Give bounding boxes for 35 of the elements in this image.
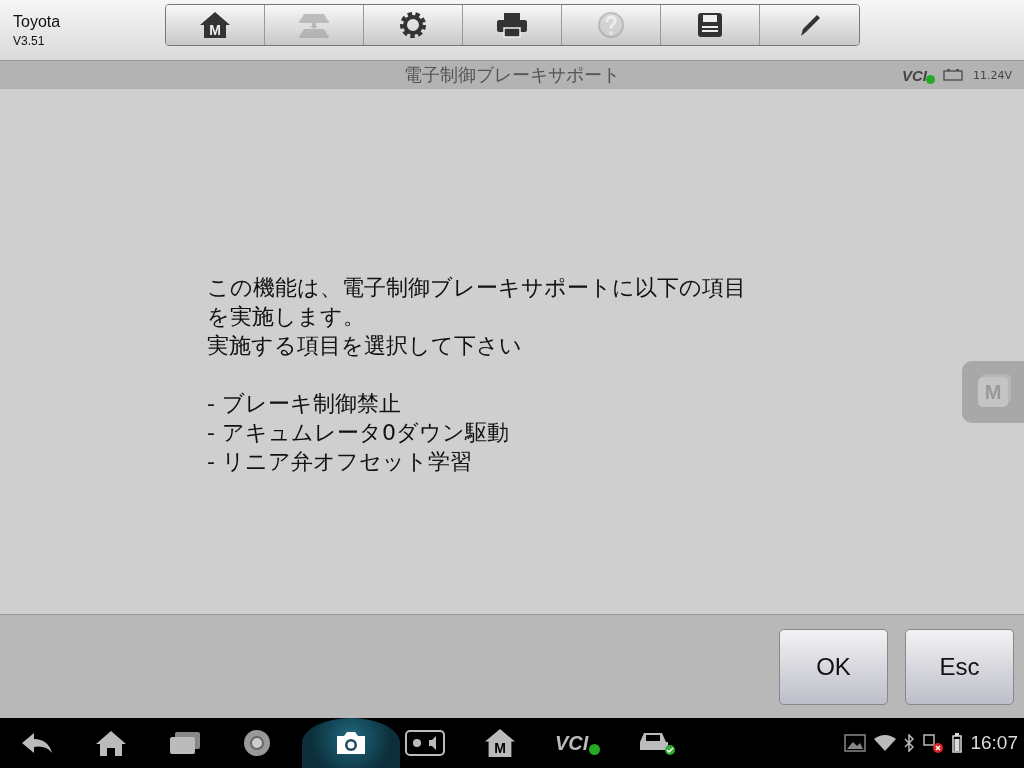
save-button[interactable] [661, 5, 760, 45]
wifi-icon [874, 735, 897, 751]
esc-button[interactable]: Esc [905, 628, 1014, 705]
function-item: - リニア弁オフセット学習 [207, 448, 473, 476]
settings-button[interactable] [364, 5, 463, 45]
voltage-reading: 11.24V [973, 68, 1012, 82]
bluetooth-icon [904, 734, 915, 752]
print-button[interactable] [463, 5, 562, 45]
camera-icon[interactable] [302, 718, 400, 768]
app-title: Toyota [13, 12, 62, 31]
recent-apps-icon[interactable] [168, 731, 202, 755]
message-line: この機能は、電子制御ブレーキサポートに以下の項目 [207, 274, 746, 302]
home-button[interactable]: M [166, 5, 265, 45]
vci-disconnected-icon [922, 733, 945, 753]
vci-status: VCI [901, 66, 933, 84]
clock: 16:07 [970, 732, 1018, 754]
function-item: - アキュムレータ0ダウン駆動 [207, 419, 510, 447]
home-icon[interactable] [94, 729, 128, 757]
brightness-volume-icon[interactable] [405, 730, 445, 756]
app-version: V3.51 [13, 33, 46, 48]
message-line: 実施する項目を選択して下さい [207, 332, 523, 360]
maxisys-icon[interactable]: M [485, 729, 515, 757]
screen-title: 電子制御ブレーキサポート [403, 63, 621, 87]
battery-icon [952, 733, 963, 753]
ok-button[interactable]: OK [779, 628, 888, 705]
battery-icon [943, 69, 963, 81]
back-icon[interactable] [20, 731, 54, 755]
edit-button[interactable] [760, 5, 859, 45]
printer-icon [495, 11, 529, 39]
function-item: - ブレーキ制御禁止 [207, 390, 402, 418]
message-line: を実施します。 [207, 303, 366, 331]
help-icon [596, 10, 626, 40]
gallery-icon [844, 734, 867, 752]
settings-icon [398, 10, 428, 40]
home-icon: M [198, 10, 232, 40]
